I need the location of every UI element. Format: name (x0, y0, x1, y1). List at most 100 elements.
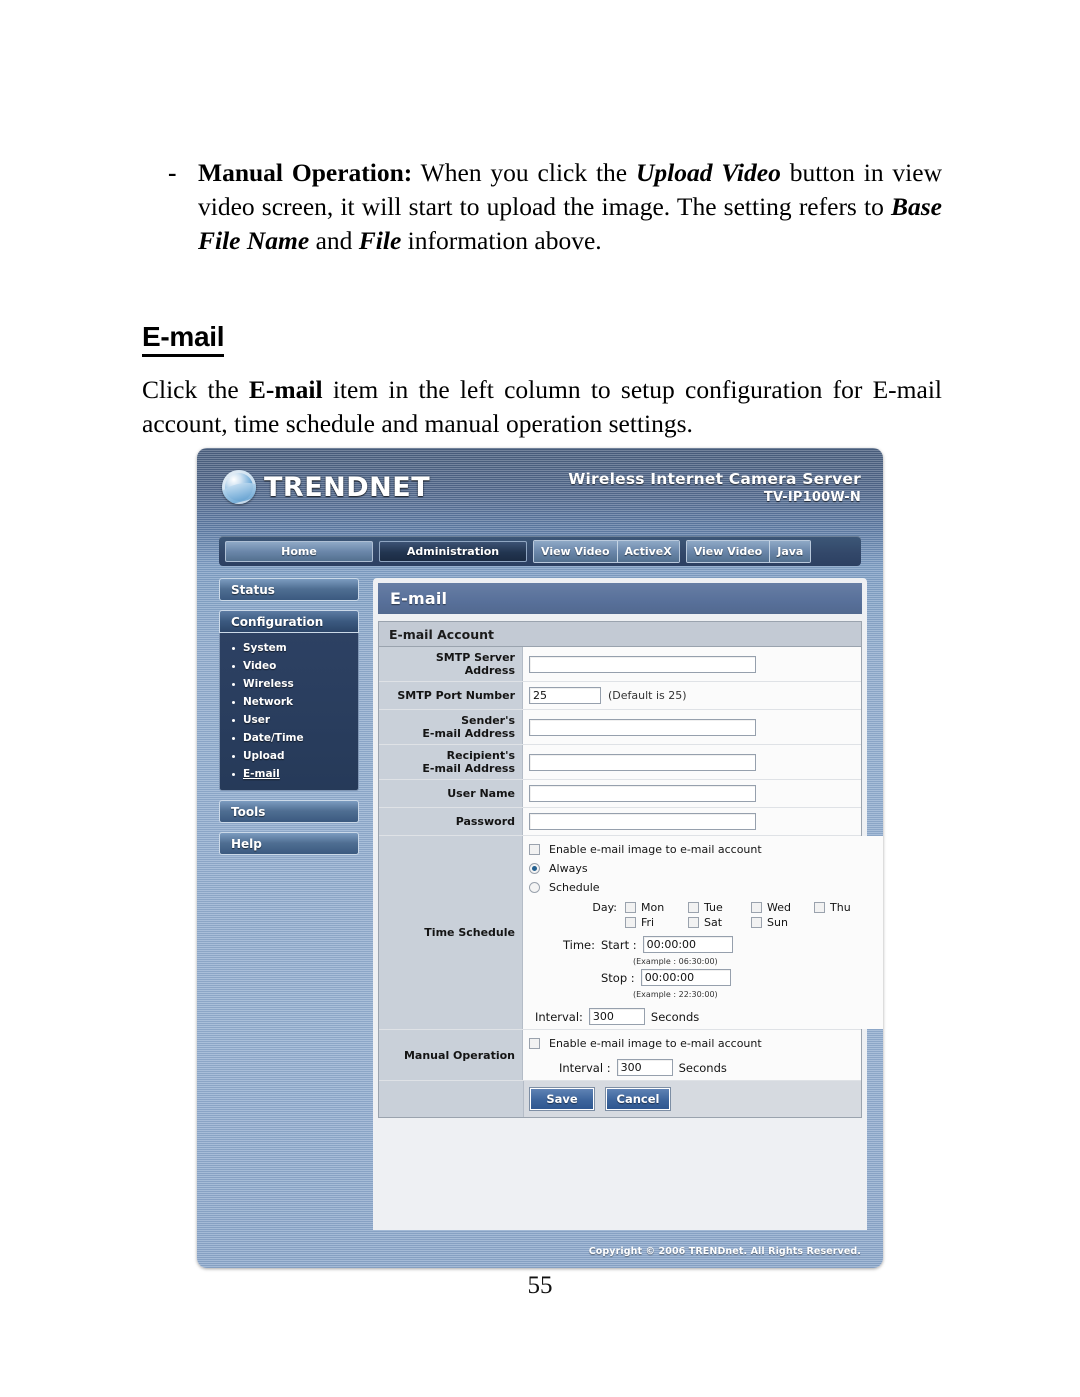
time-start-label: Start : (601, 937, 637, 952)
time-schedule-interval-label: Interval: (535, 1009, 583, 1024)
cancel-button[interactable]: Cancel (606, 1088, 670, 1110)
time-schedule-schedule-radio[interactable] (529, 882, 540, 893)
sender-email-address-input[interactable] (529, 718, 756, 736)
content-panel: E-mail E-mail Account SMTP Server Addres… (373, 578, 883, 1230)
day-fri-label: Fri (641, 916, 655, 929)
card-header: E-mail Account (379, 622, 861, 647)
label-password: Password (379, 808, 523, 835)
nav-viewvideo-activex-label[interactable]: View Video (534, 540, 617, 562)
sidebar-item-user[interactable]: User (220, 711, 358, 729)
day-tue[interactable]: Tue (688, 901, 751, 914)
file-emphasis: File (358, 225, 402, 255)
sidebar-item-configuration[interactable]: Configuration (219, 610, 359, 633)
sidebar-item-system-label: System (243, 642, 287, 654)
value-smtp-port-number: 25 (Default is 25) (523, 682, 861, 709)
nav-home-button[interactable]: Home (225, 540, 373, 562)
day-sun-label: Sun (767, 916, 788, 929)
label-smtp-server-line2: Address (464, 664, 515, 677)
day-mon-checkbox[interactable] (625, 902, 636, 913)
manual-operation-enable-checkbox[interactable] (529, 1038, 540, 1049)
time-schedule-always-row[interactable]: Always (529, 862, 588, 875)
smtp-server-address-input[interactable] (529, 655, 756, 673)
label-smtp-port-number: SMTP Port Number (379, 682, 523, 709)
value-user-name (523, 780, 861, 807)
sidebar-item-datetime[interactable]: Date/Time (220, 729, 358, 747)
day-row-2: Fri Sat Sun (575, 916, 877, 929)
label-sender-line2: E-mail Address (422, 727, 515, 740)
day-mon-label: Mon (641, 901, 665, 914)
sidebar-item-upload[interactable]: Upload (220, 747, 358, 765)
manual-operation-enable-row[interactable]: Enable e-mail image to e-mail account (529, 1037, 762, 1050)
click-text-1: Click the (142, 375, 249, 404)
user-name-input[interactable] (529, 785, 756, 802)
label-smtp-server-line1: SMTP Server (435, 651, 515, 664)
sidebar-item-status[interactable]: Status (219, 578, 359, 601)
sidebar-item-email[interactable]: E-mail (220, 765, 358, 783)
globe-icon (222, 470, 256, 504)
day-sun-checkbox[interactable] (751, 917, 762, 928)
panel-title: E-mail (378, 583, 862, 614)
day-sat[interactable]: Sat (688, 916, 751, 929)
sidebar-item-datetime-label: Date/Time (243, 732, 304, 744)
time-stop-example: (Example : 22:30:00) (633, 990, 718, 999)
time-schedule-enable-checkbox[interactable] (529, 844, 540, 855)
save-button[interactable]: Save (530, 1088, 594, 1110)
nav-activex-label[interactable]: ActiveX (616, 540, 679, 562)
time-start-input[interactable]: 00:00:00 (642, 936, 733, 953)
product-title: Wireless Internet Camera Server TV-IP100… (568, 470, 861, 505)
time-schedule-enable-label: Enable e-mail image to e-mail account (549, 843, 762, 856)
day-sun[interactable]: Sun (751, 916, 814, 929)
day-mon[interactable]: Mon (625, 901, 688, 914)
day-thu-checkbox[interactable] (814, 902, 825, 913)
time-schedule-schedule-row[interactable]: Schedule (529, 881, 600, 894)
row-manual-operation: Manual Operation Enable e-mail image to … (379, 1030, 861, 1081)
time-schedule-always-radio[interactable] (529, 863, 540, 874)
time-stop-input[interactable]: 00:00:00 (640, 969, 731, 986)
sidebar-item-system[interactable]: System (220, 639, 358, 657)
bullet-icon (232, 664, 235, 668)
day-thu[interactable]: Thu (814, 901, 877, 914)
product-model: TV-IP100W-N (763, 490, 861, 505)
sidebar-item-network[interactable]: Network (220, 693, 358, 711)
time-schedule-enable-row[interactable]: Enable e-mail image to e-mail account (529, 843, 762, 856)
nav-java-label[interactable]: Java (769, 540, 811, 562)
manual-operation-interval-input[interactable]: 300 (616, 1059, 673, 1076)
form-actions-buttons: Save Cancel (524, 1081, 861, 1117)
bullet-icon (232, 754, 235, 758)
day-tue-checkbox[interactable] (688, 902, 699, 913)
label-sender-email-address: Sender's E-mail Address (379, 710, 523, 744)
sidebar-item-wireless[interactable]: Wireless (220, 675, 358, 693)
sidebar-item-help[interactable]: Help (219, 832, 359, 855)
time-schedule-always-label: Always (549, 862, 588, 875)
nav-viewvideo-activex-group[interactable]: View Video ActiveX (533, 539, 680, 563)
day-wed-checkbox[interactable] (751, 902, 762, 913)
time-schedule-interval-row: Interval: 300 Seconds (529, 1008, 699, 1025)
day-fri[interactable]: Fri (625, 916, 688, 929)
day-fri-checkbox[interactable] (625, 917, 636, 928)
nav-viewvideo-java-label[interactable]: View Video (686, 540, 770, 562)
page-title: E-mail (142, 321, 225, 357)
manual-operation-interval-label: Interval : (559, 1060, 611, 1075)
document-body: - Manual Operation: When you click the Up… (142, 130, 942, 467)
bullet-icon (232, 772, 235, 776)
embedded-screenshot: TRENDNET Wireless Internet Camera Server… (197, 448, 883, 1268)
bullet-icon (232, 736, 235, 740)
label-user-name: User Name (379, 780, 523, 807)
row-smtp-server-address: SMTP Server Address (379, 647, 861, 682)
day-sat-checkbox[interactable] (688, 917, 699, 928)
sidebar-item-video[interactable]: Video (220, 657, 358, 675)
time-schedule-interval-input[interactable]: 300 (588, 1008, 645, 1025)
bullet-icon (232, 718, 235, 722)
label-sender-line1: Sender's (461, 714, 515, 727)
day-thu-label: Thu (830, 901, 851, 914)
nav-viewvideo-java-group[interactable]: View Video Java (685, 539, 812, 563)
smtp-port-hint: (Default is 25) (608, 689, 687, 702)
day-wed[interactable]: Wed (751, 901, 814, 914)
bullet-dash: - (168, 157, 177, 187)
nav-administration-button[interactable]: Administration (379, 540, 527, 562)
manual-operation-text-1: When you click the (412, 157, 636, 187)
sidebar-item-tools[interactable]: Tools (219, 800, 359, 823)
recipient-email-address-input[interactable] (529, 753, 756, 771)
smtp-port-number-input[interactable]: 25 (529, 687, 601, 704)
password-input[interactable] (529, 813, 756, 830)
